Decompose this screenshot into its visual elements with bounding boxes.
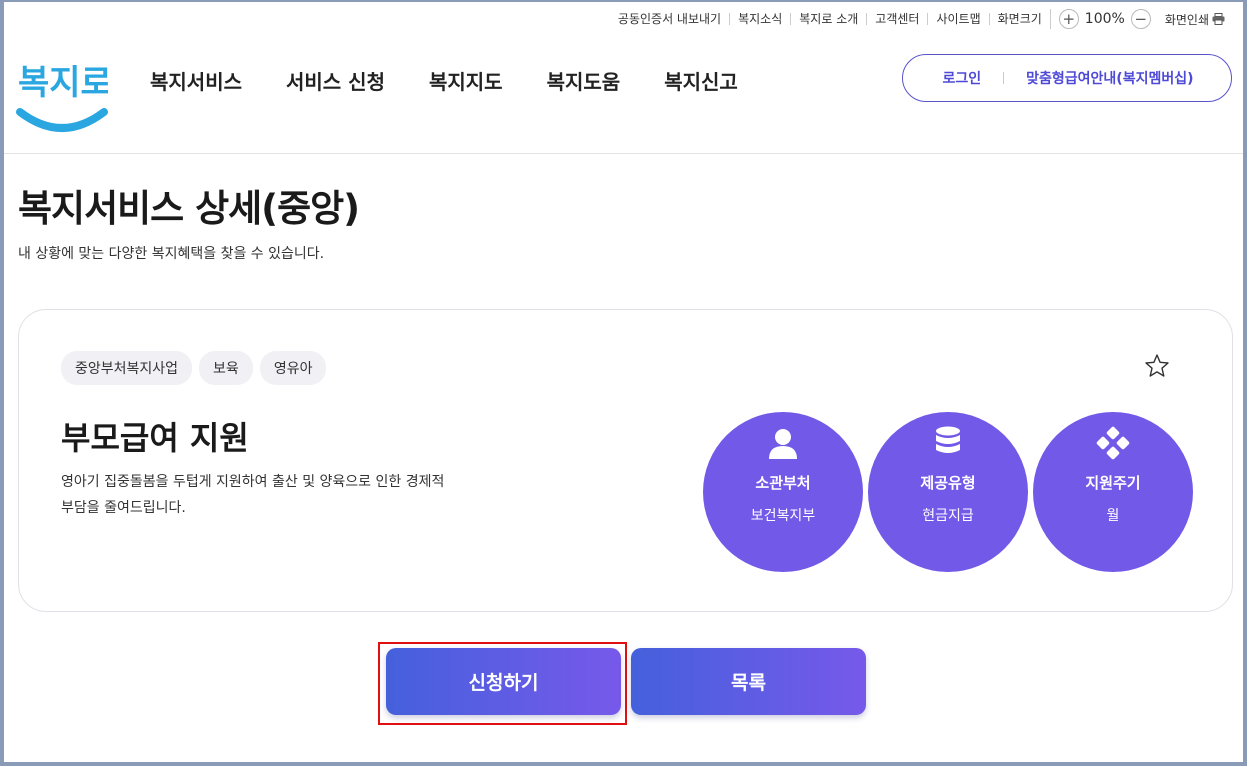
login-link[interactable]: 로그인 bbox=[931, 68, 1004, 88]
logo-graphic: 복지로 bbox=[16, 63, 112, 132]
auth-box: 로그인 맞춤형급여안내(복지멤버십) bbox=[902, 54, 1232, 102]
info-circle-ministry: 소관부처 보건복지부 bbox=[703, 412, 863, 572]
util-link-sitemap[interactable]: 사이트맵 bbox=[927, 13, 988, 25]
service-card: 중앙부처복지사업 보육 영유아 부모급여 지원 영아기 집중돌봄을 두텁게 지원… bbox=[18, 309, 1233, 612]
util-link-screen-size: 화면크기 bbox=[988, 13, 1050, 25]
service-description: 영아기 집중돌봄을 두텁게 지원하여 출산 및 양육으로 인한 경제적 부담을 … bbox=[61, 474, 445, 516]
tag-infant: 영유아 bbox=[259, 351, 327, 385]
print-label: 화면인쇄 bbox=[1164, 12, 1209, 27]
main-nav: 복지서비스 서비스 신청 복지지도 복지도움 복지신고 bbox=[150, 66, 738, 95]
zoom-value: 100% bbox=[1084, 11, 1125, 27]
star-icon[interactable] bbox=[1143, 352, 1171, 380]
zoom-in-button[interactable]: + bbox=[1058, 9, 1079, 29]
zoom-out-button[interactable]: − bbox=[1130, 9, 1151, 29]
nav-welfare-report[interactable]: 복지신고 bbox=[664, 66, 738, 95]
tag-list: 중앙부처복지사업 보육 영유아 bbox=[61, 351, 327, 385]
info-label: 소관부처 bbox=[755, 474, 811, 492]
utility-bar: 공동인증서 내보내기 복지소식 복지로 소개 고객센터 사이트맵 화면크기 + … bbox=[610, 9, 1225, 29]
tag-central-ministry: 중앙부처복지사업 bbox=[61, 351, 193, 385]
printer-icon bbox=[1212, 13, 1225, 25]
info-circle-type: 제공유형 현금지급 bbox=[868, 412, 1028, 572]
nav-service-apply[interactable]: 서비스 신청 bbox=[286, 66, 385, 95]
apply-button[interactable]: 신청하기 bbox=[386, 648, 621, 715]
info-value: 보건복지부 bbox=[750, 508, 816, 524]
zoom-control: + 100% − bbox=[1049, 9, 1159, 29]
logo-text: 복지로 bbox=[18, 63, 108, 103]
util-link-news[interactable]: 복지소식 bbox=[729, 13, 790, 25]
info-label: 지원주기 bbox=[1085, 474, 1141, 492]
print-button[interactable]: 화면인쇄 bbox=[1159, 11, 1225, 28]
person-icon bbox=[703, 426, 863, 462]
info-value: 월 bbox=[1106, 508, 1120, 524]
membership-link[interactable]: 맞춤형급여안내(복지멤버십) bbox=[1004, 68, 1203, 88]
util-link-about[interactable]: 복지로 소개 bbox=[790, 13, 866, 25]
util-link-customer-center[interactable]: 고객센터 bbox=[866, 13, 927, 25]
page-subtitle: 내 상황에 맞는 다양한 복지혜택을 찾을 수 있습니다. bbox=[18, 246, 325, 262]
cycle-icon bbox=[1033, 426, 1193, 462]
nav-welfare-help[interactable]: 복지도움 bbox=[547, 66, 621, 95]
nav-welfare-map[interactable]: 복지지도 bbox=[429, 66, 503, 95]
info-value: 현금지급 bbox=[922, 508, 974, 524]
util-link-cert-export[interactable]: 공동인증서 내보내기 bbox=[610, 13, 729, 25]
list-button[interactable]: 목록 bbox=[631, 648, 866, 715]
database-icon bbox=[868, 426, 1028, 462]
service-title: 부모급여 지원 bbox=[61, 419, 249, 457]
info-label: 제공유형 bbox=[920, 474, 976, 492]
nav-welfare-services[interactable]: 복지서비스 bbox=[150, 66, 242, 95]
header-divider bbox=[4, 153, 1243, 154]
info-circle-cycle: 지원주기 월 bbox=[1033, 412, 1193, 572]
tag-childcare: 보육 bbox=[199, 351, 253, 385]
site-logo[interactable]: 복지로 bbox=[16, 52, 112, 136]
page-title: 복지서비스 상세(중앙) bbox=[18, 187, 360, 230]
